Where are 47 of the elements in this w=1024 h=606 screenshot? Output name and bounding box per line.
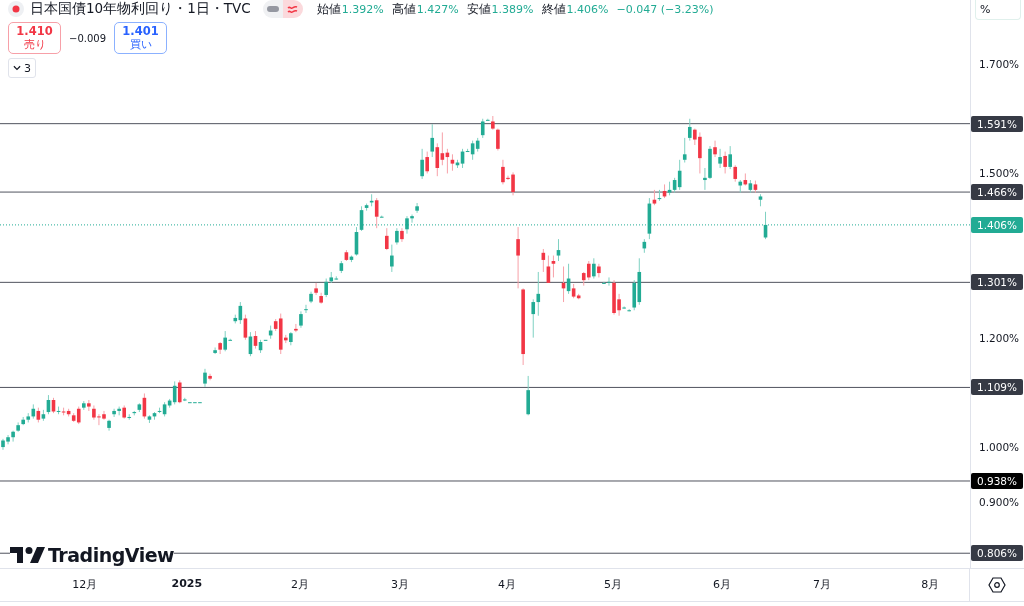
ohlc-value: 1.392% [341,2,384,16]
axis-label: 8月 [921,577,940,592]
wave-mode-toggle[interactable] [282,0,303,18]
sell-button[interactable]: 1.410 売り [8,22,61,54]
dash-mode-toggle[interactable] [262,0,283,18]
ohlc-label: 終値 [541,1,566,17]
price-tag: 1.109% [971,379,1023,396]
axis-label: 2月 [290,577,309,592]
ohlc-value: 1.427% [416,2,459,16]
axis-label: 12月 [72,577,98,592]
ohlc-value: 1.389% [491,2,534,16]
ohlc-value: 1.406% [566,2,609,16]
ohlc-label: 始値 [316,1,341,17]
axis-label: 1.500% [979,166,1020,181]
price-tag: 0.806% [971,545,1023,562]
axis-label: 1.000% [979,440,1020,455]
settings-icon[interactable] [988,577,1006,593]
axis-label: 0.900% [979,494,1020,509]
axis-label: 1.700% [979,57,1020,71]
ohlc-label: 安値 [466,1,491,17]
chevron-down-icon [13,65,21,71]
price-tag: 1.406% [971,216,1023,233]
logo-icon [10,547,46,563]
status-dot-icon [8,1,24,17]
price-tag: 1.466% [971,184,1023,201]
axis-label: 3月 [390,577,409,592]
price-tag: 0.938% [971,473,1023,489]
dash-icon [266,6,279,12]
price-tag: 1.591% [971,115,1023,132]
price-change: −0.047 (−3.23%) [616,2,714,16]
logo-text: TradingView [48,544,175,566]
axis-label: 2025 [171,577,203,590]
axis-label: 5月 [604,577,622,592]
ohlc-label: 高値 [391,1,416,17]
axis-label: 6月 [713,577,732,592]
candle [526,375,530,416]
buy-button[interactable]: 1.401 買い [114,22,167,54]
axis-label: 7月 [813,577,832,592]
axis-label: 1.200% [979,330,1020,345]
price-tag: 1.301% [971,274,1023,291]
candle [763,211,768,240]
symbol-title[interactable]: 日本国債10年物利回り・1日・TVC [30,0,251,18]
wave-icon [287,4,299,14]
spread-value: −0.009 [69,32,106,44]
axis-label: 4月 [497,577,516,592]
indicators-toggle[interactable]: 3 [8,58,36,78]
unit-button[interactable]: % [975,0,1021,20]
